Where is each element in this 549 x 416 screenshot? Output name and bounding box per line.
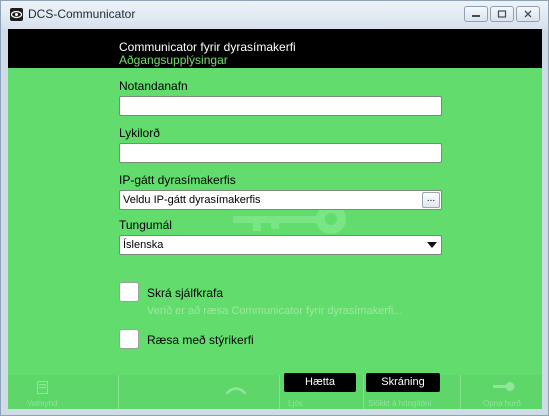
gateway-value: Veldu IP-gátt dyrasímakerfis <box>123 194 261 206</box>
start-with-os-label: Ræsa með stýrikerfi <box>147 333 254 347</box>
hangup-button[interactable] <box>214 375 254 409</box>
starting-hint: Verið er að ræsa Communicator fyrir dyra… <box>147 305 403 317</box>
dropdown-button[interactable] <box>423 237 440 253</box>
username-label: Notandanafn <box>119 79 188 93</box>
light-label: Ljós <box>288 399 303 408</box>
close-icon <box>524 10 532 18</box>
password-field[interactable] <box>119 143 442 163</box>
mute-ringtone-label: Slökkt á hringitóni <box>368 399 432 408</box>
app-window: DCS-Communicator Communicator fyrir dyra… <box>0 0 549 416</box>
minimize-icon <box>472 15 480 17</box>
password-label: Lykilorð <box>119 126 160 140</box>
language-value: Íslenska <box>123 239 164 251</box>
app-eye-icon <box>10 8 23 21</box>
open-door-label: Opna hurð <box>483 399 521 408</box>
key-icon <box>493 382 515 391</box>
auto-login-checkbox[interactable] <box>119 282 139 302</box>
home-menu-button[interactable]: Valmynd <box>8 375 76 409</box>
language-select[interactable]: Íslenska <box>119 235 442 255</box>
gateway-field[interactable]: Veldu IP-gátt dyrasímakerfis ... <box>119 190 442 210</box>
gateway-label: IP-gátt dyrasímakerfis <box>119 173 236 187</box>
app-header: Communicator fyrir dyrasímakerfi Aðgangs… <box>8 29 542 68</box>
phone-icon <box>226 387 246 395</box>
close-button[interactable] <box>516 6 540 22</box>
cancel-button[interactable]: Hætta <box>284 373 356 392</box>
start-with-os-checkbox[interactable] <box>119 329 139 349</box>
menu-icon <box>37 381 48 394</box>
chevron-down-icon <box>426 242 437 248</box>
minimize-button[interactable] <box>464 6 488 22</box>
app-title: Communicator fyrir dyrasímakerfi <box>119 40 296 54</box>
username-field[interactable] <box>119 96 442 116</box>
maximize-icon <box>497 10 507 18</box>
maximize-button[interactable] <box>490 6 514 22</box>
browse-button[interactable]: ... <box>422 192 440 208</box>
auto-login-label: Skrá sjálfkrafa <box>147 286 224 300</box>
login-panel: Communicator fyrir dyrasímakerfi Aðgangs… <box>8 29 542 409</box>
footer-toolbar: Valmynd Ljós Slökkt á hringitóni Opna hu… <box>8 375 542 409</box>
open-door-button[interactable]: Opna hurð <box>461 375 542 409</box>
language-label: Tungumál <box>119 218 172 232</box>
home-menu-label: Valmynd <box>27 399 58 408</box>
window-title: DCS-Communicator <box>28 7 136 21</box>
section-subtitle: Aðgangsupplýsingar <box>119 53 228 67</box>
title-bar[interactable]: DCS-Communicator <box>1 1 548 29</box>
login-button[interactable]: Skráning <box>366 373 440 392</box>
